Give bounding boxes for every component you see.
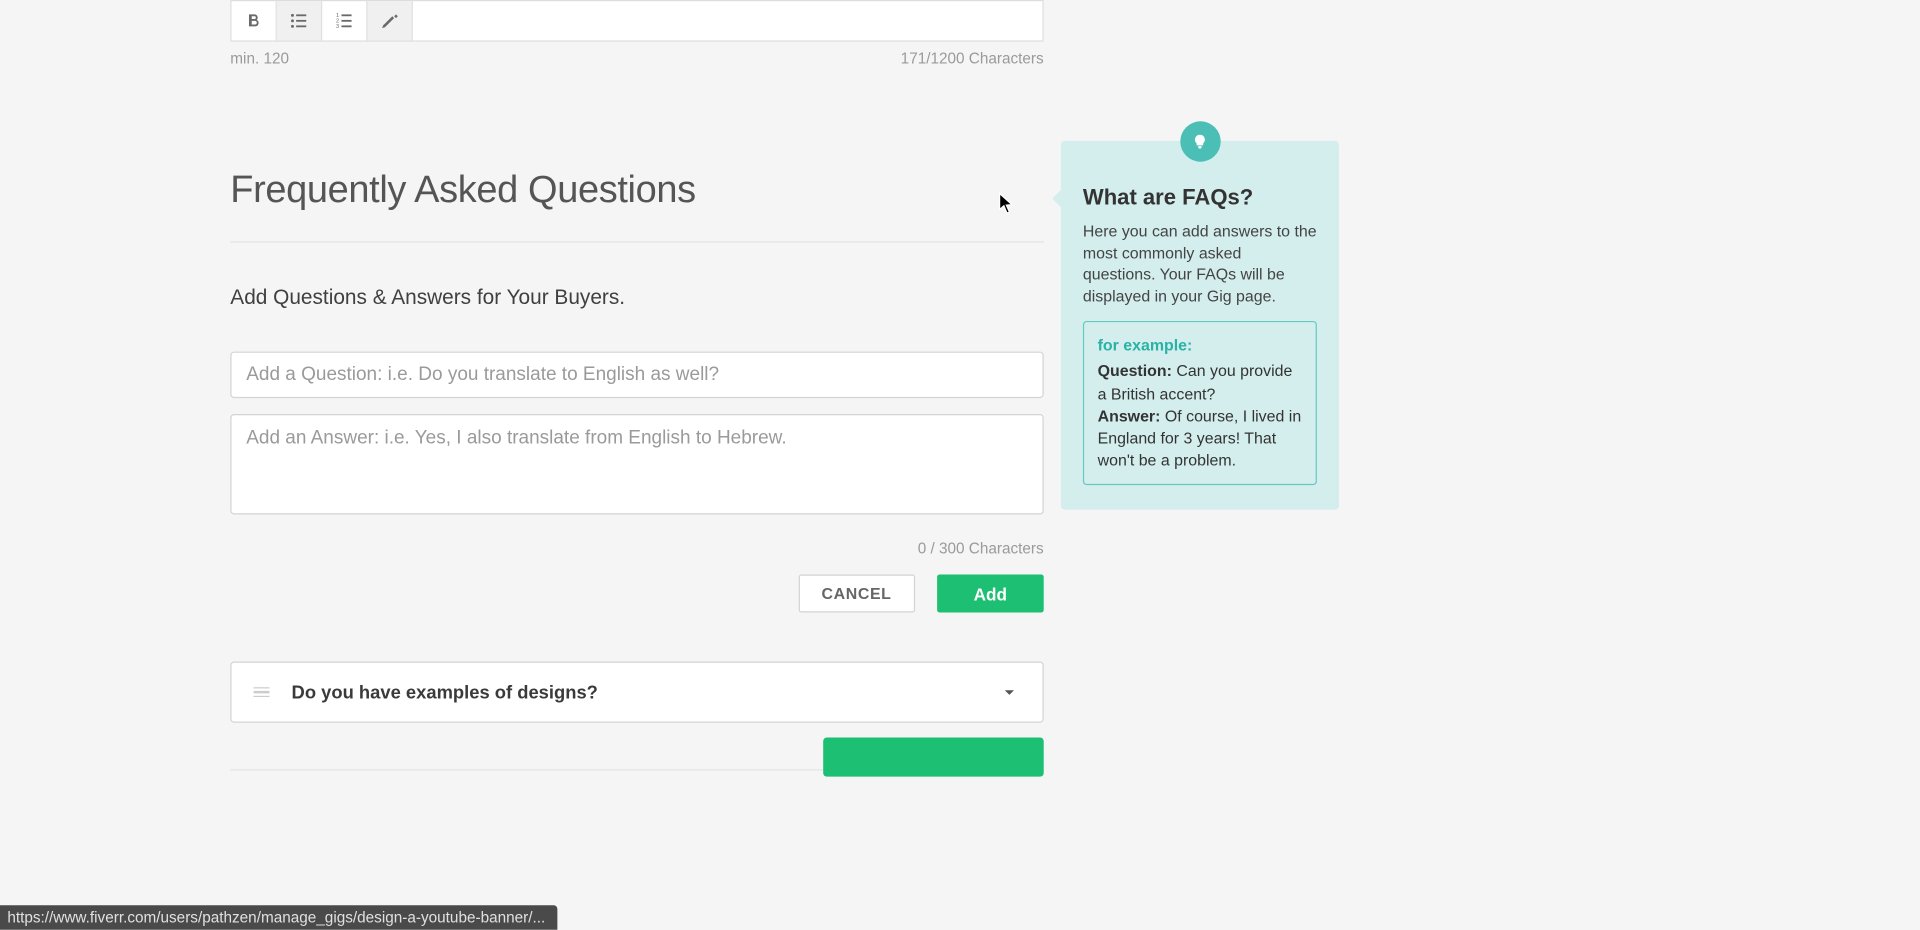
cancel-button[interactable]: CANCEL (798, 575, 915, 613)
tip-q-label: Question: (1098, 362, 1172, 380)
numbered-list-icon: 123 (333, 10, 355, 32)
faq-button-row: CANCEL Add (230, 575, 1043, 613)
char-counter: 171/1200 Characters (901, 50, 1044, 67)
bullet-list-button[interactable] (277, 1, 322, 40)
faq-answer-textarea[interactable] (230, 414, 1043, 514)
save-continue-button[interactable] (823, 737, 1044, 776)
editor-toolbar: 123 (230, 0, 1043, 42)
editor-counter-row: min. 120 171/1200 Characters (230, 50, 1043, 67)
chevron-down-icon (998, 681, 1020, 703)
drag-handle-icon[interactable] (254, 687, 270, 697)
faq-divider (230, 241, 1043, 242)
main-column: 123 min. 120 171/1200 Characters Frequen… (230, 0, 1043, 771)
faq-item-question: Do you have examples of designs? (292, 682, 999, 703)
faq-item[interactable]: Do you have examples of designs? (230, 662, 1043, 723)
bullet-list-icon (288, 10, 310, 32)
min-chars-label: min. 120 (230, 50, 289, 67)
faq-question-input[interactable] (230, 352, 1043, 399)
tip-body: Here you can add answers to the most com… (1083, 221, 1317, 307)
add-button[interactable]: Add (937, 575, 1044, 613)
numbered-list-button[interactable]: 123 (322, 1, 367, 40)
faq-subheading: Add Questions & Answers for Your Buyers. (230, 285, 1043, 310)
tip-a-label: Answer: (1098, 406, 1161, 424)
bold-icon (243, 10, 265, 32)
tip-title: What are FAQs? (1083, 185, 1317, 211)
highlight-button[interactable] (368, 1, 413, 40)
tip-example-box: for example: Question: Can you provide a… (1083, 321, 1317, 485)
tip-example-label: for example: (1098, 335, 1303, 357)
answer-char-counter: 0 / 300 Characters (230, 540, 1043, 557)
tip-panel: What are FAQs? Here you can add answers … (1061, 141, 1339, 510)
tip-example-answer: Answer: Of course, I lived in England fo… (1098, 405, 1303, 472)
lightbulb-icon (1180, 121, 1220, 161)
svg-text:3: 3 (336, 24, 339, 30)
bold-button[interactable] (232, 1, 277, 40)
browser-status-bar: https://www.fiverr.com/users/pathzen/man… (0, 905, 558, 930)
faq-heading: Frequently Asked Questions (230, 168, 1043, 212)
tip-example-question: Question: Can you provide a British acce… (1098, 361, 1303, 406)
highlight-icon (379, 10, 401, 32)
